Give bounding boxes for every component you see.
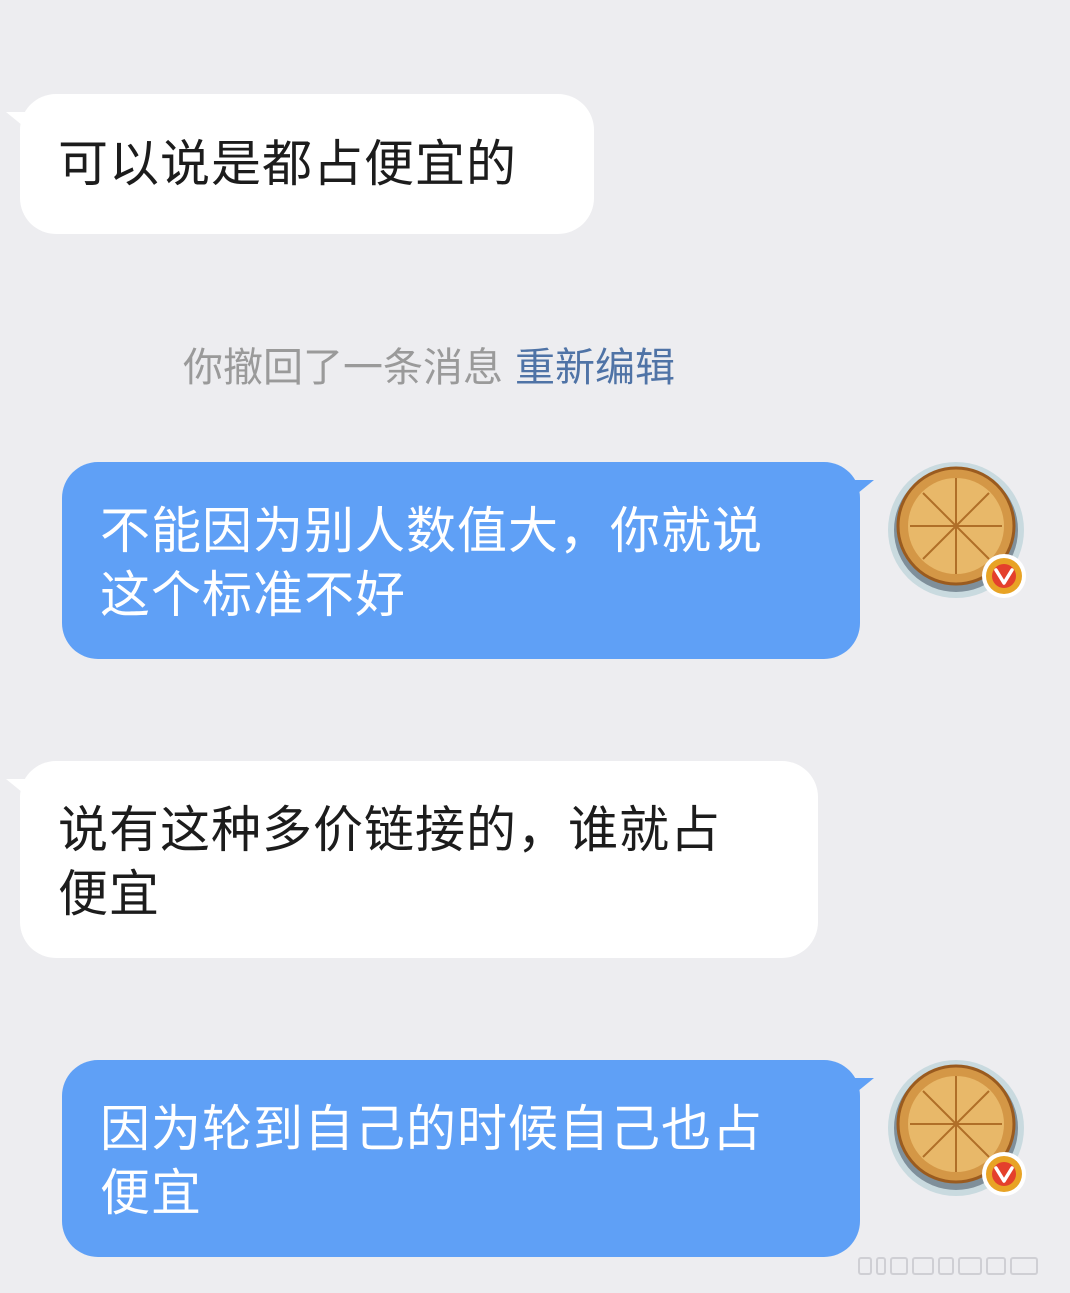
- outgoing-bubble-tail: [852, 1078, 874, 1096]
- message-text-line: 便宜: [58, 865, 160, 923]
- user-avatar[interactable]: [888, 1060, 1028, 1200]
- message-text-line: 说有这种多价链接的，谁就占: [58, 801, 721, 859]
- outgoing-bubble-tail: [852, 480, 874, 498]
- message-text-line: 不能因为别人数值大，你就说: [100, 502, 763, 560]
- message-bubble-incoming[interactable]: 说有这种多价链接的，谁就占 便宜: [20, 761, 818, 958]
- message-bubble-outgoing[interactable]: 因为轮到自己的时候自己也占 便宜: [62, 1060, 860, 1257]
- watermark-indicator: [858, 1256, 1060, 1276]
- indicator-segment: [986, 1257, 1006, 1275]
- indicator-segment: [1010, 1257, 1038, 1275]
- indicator-segment: [938, 1257, 954, 1275]
- re-edit-link[interactable]: 重新编辑: [515, 345, 675, 391]
- message-text-line: 因为轮到自己的时候自己也占: [100, 1100, 763, 1158]
- message-bubble-incoming[interactable]: 可以说是都占便宜的: [20, 94, 594, 234]
- message-text-line: 可以说是都占便宜的: [58, 135, 517, 193]
- recall-notice: 你撤回了一条消息 重新编辑: [183, 338, 675, 398]
- indicator-segment: [890, 1257, 908, 1275]
- indicator-segment: [958, 1257, 982, 1275]
- pie-avatar-icon: [888, 462, 1026, 598]
- message-text-line: 便宜: [100, 1164, 202, 1222]
- indicator-segment: [876, 1257, 886, 1275]
- user-avatar[interactable]: [888, 462, 1028, 602]
- message-bubble-outgoing[interactable]: 不能因为别人数值大，你就说 这个标准不好: [62, 462, 860, 659]
- recall-notice-text: 你撤回了一条消息: [183, 345, 503, 391]
- indicator-segment: [858, 1257, 872, 1275]
- indicator-segment: [912, 1257, 934, 1275]
- pie-avatar-icon: [888, 1060, 1026, 1196]
- message-text-line: 这个标准不好: [100, 566, 406, 624]
